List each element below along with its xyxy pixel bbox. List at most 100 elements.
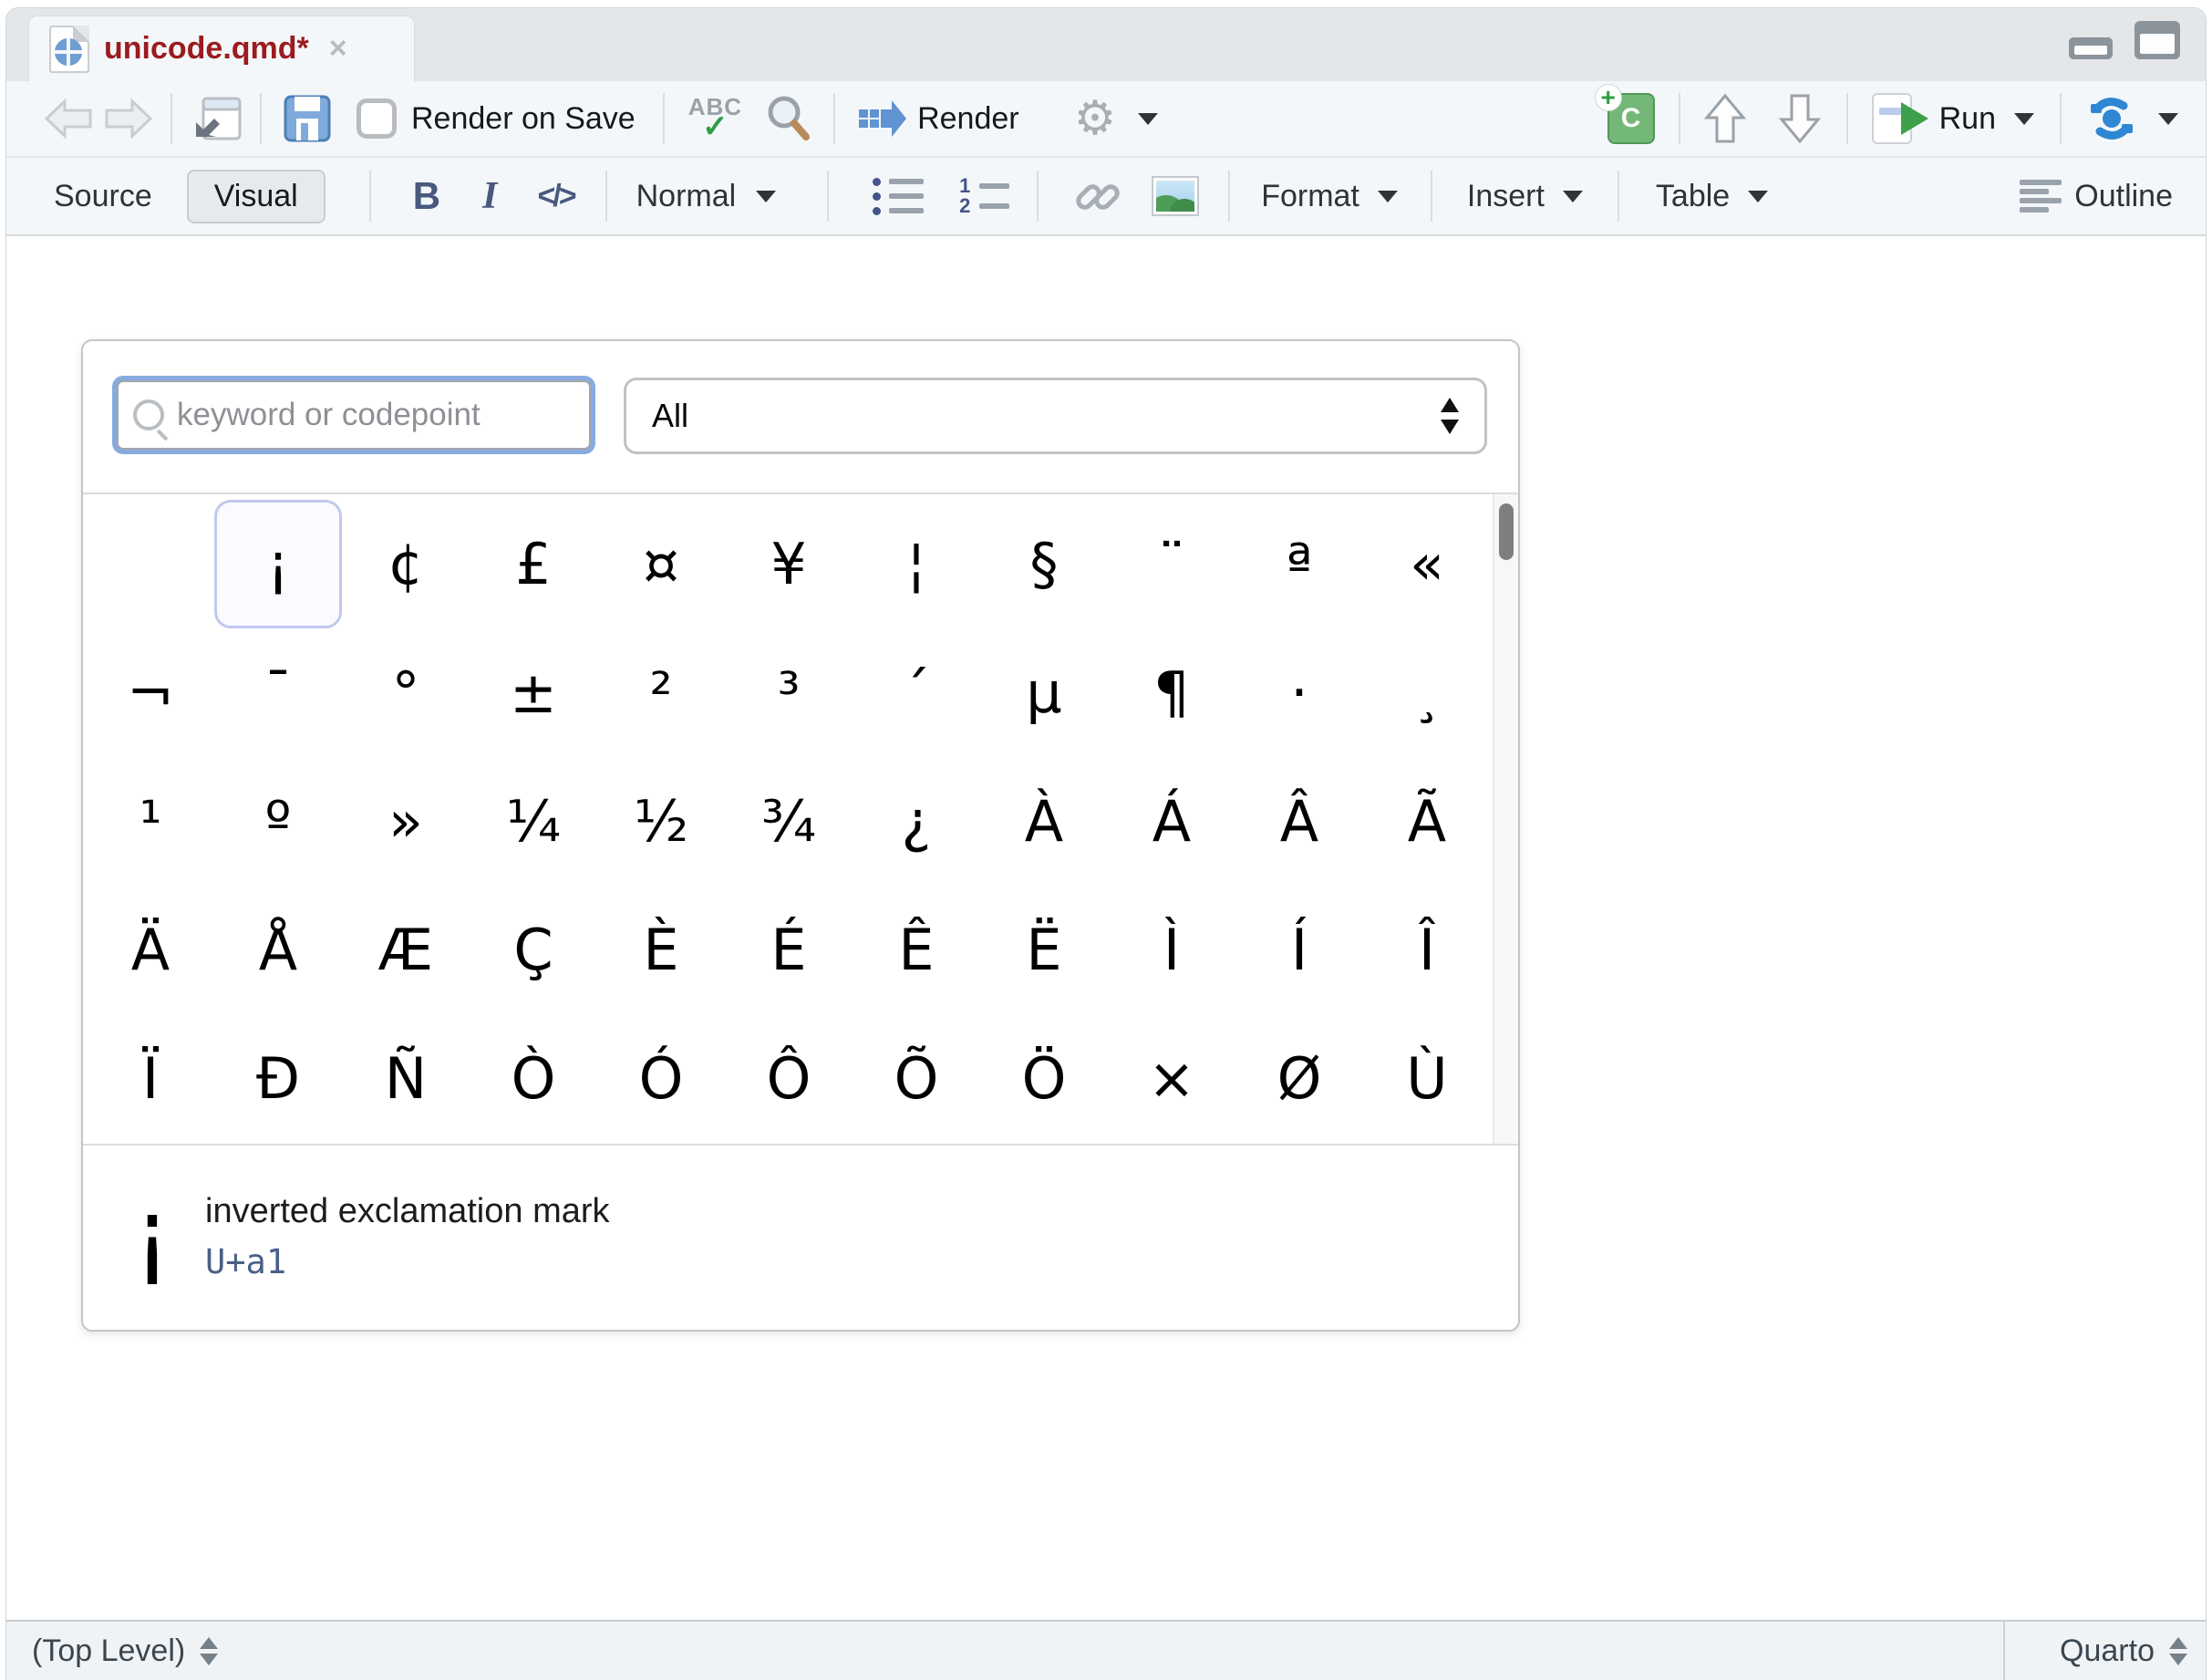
character-cell[interactable]: µ bbox=[980, 628, 1108, 757]
character-cell[interactable]: ¬ bbox=[87, 628, 214, 757]
format-menu-caret-icon[interactable] bbox=[1378, 191, 1398, 202]
visual-mode-button[interactable]: Visual bbox=[187, 170, 326, 223]
image-button[interactable] bbox=[1152, 176, 1199, 216]
character-cell[interactable]: £ bbox=[470, 500, 597, 628]
format-menu[interactable]: Format bbox=[1261, 179, 1359, 214]
save-icon[interactable] bbox=[284, 95, 331, 142]
open-in-new-window-icon[interactable] bbox=[191, 95, 243, 142]
character-cell[interactable]: ¹ bbox=[87, 757, 214, 886]
character-cell[interactable]: Ä bbox=[87, 886, 214, 1014]
character-cell[interactable]: Ø bbox=[1235, 1014, 1363, 1143]
character-cell[interactable]: ³ bbox=[725, 628, 853, 757]
table-menu[interactable]: Table bbox=[1656, 179, 1730, 214]
character-cell[interactable]: Â bbox=[1235, 757, 1363, 886]
category-select[interactable]: All bbox=[624, 378, 1487, 454]
numbered-list-button[interactable]: 1 2 bbox=[958, 173, 1009, 219]
scope-selector[interactable]: (Top Level) bbox=[32, 1633, 185, 1669]
character-cell[interactable]: ¶ bbox=[1108, 628, 1235, 757]
character-cell[interactable]: § bbox=[980, 500, 1108, 628]
source-mode-button[interactable]: Source bbox=[54, 179, 152, 214]
render-label[interactable]: Render bbox=[917, 101, 1019, 137]
maximize-pane-icon[interactable] bbox=[2134, 21, 2180, 59]
character-cell[interactable]: Ê bbox=[853, 886, 980, 1014]
insert-chunk-icon[interactable]: C+ bbox=[1607, 93, 1655, 144]
insert-menu-caret-icon[interactable] bbox=[1563, 191, 1583, 202]
editor-canvas[interactable]: All ¡¢£¤¥¦§¨ª«¬¯°±²³´µ¶·¸¹º»¼½¾¿ÀÁÂÃÄÅÆÇ… bbox=[6, 236, 2206, 1620]
character-cell[interactable]: À bbox=[980, 757, 1108, 886]
bold-button[interactable]: B bbox=[413, 174, 440, 218]
character-cell[interactable]: ¥ bbox=[725, 500, 853, 628]
back-icon[interactable] bbox=[43, 98, 96, 140]
table-menu-caret-icon[interactable] bbox=[1748, 191, 1768, 202]
character-cell[interactable]: Ô bbox=[725, 1014, 853, 1143]
character-cell[interactable]: ¤ bbox=[597, 500, 725, 628]
character-cell[interactable]: ° bbox=[342, 628, 470, 757]
character-cell[interactable]: ² bbox=[597, 628, 725, 757]
outline-icon[interactable] bbox=[2020, 176, 2062, 216]
character-cell[interactable]: Ð bbox=[214, 1014, 342, 1143]
character-cell[interactable]: ª bbox=[1235, 500, 1363, 628]
character-cell[interactable]: º bbox=[214, 757, 342, 886]
character-cell[interactable]: « bbox=[1363, 500, 1491, 628]
character-cell[interactable]: ± bbox=[470, 628, 597, 757]
paragraph-style-caret-icon[interactable] bbox=[756, 191, 776, 202]
italic-button[interactable]: I bbox=[482, 174, 497, 218]
render-settings-gear-icon[interactable]: ⚙ bbox=[1074, 95, 1117, 142]
character-cell[interactable]: Ì bbox=[1108, 886, 1235, 1014]
character-cell[interactable]: × bbox=[1108, 1014, 1235, 1143]
character-cell[interactable]: ¾ bbox=[725, 757, 853, 886]
character-cell[interactable]: Ç bbox=[470, 886, 597, 1014]
inline-code-button[interactable]: </> bbox=[537, 179, 574, 214]
character-cell[interactable]: Ñ bbox=[342, 1014, 470, 1143]
character-cell[interactable]: Ó bbox=[597, 1014, 725, 1143]
render-on-save-checkbox[interactable] bbox=[357, 99, 397, 139]
paragraph-style-dropdown[interactable]: Normal bbox=[636, 179, 737, 214]
source-options-caret-icon[interactable] bbox=[2158, 113, 2178, 125]
character-cell[interactable] bbox=[87, 500, 214, 628]
character-cell[interactable]: Í bbox=[1235, 886, 1363, 1014]
go-to-next-chunk-icon[interactable] bbox=[1777, 92, 1823, 145]
character-cell[interactable]: Ù bbox=[1363, 1014, 1491, 1143]
outline-toggle[interactable]: Outline bbox=[2074, 179, 2173, 214]
bullet-list-button[interactable] bbox=[873, 173, 924, 219]
character-cell[interactable]: ¯ bbox=[214, 628, 342, 757]
character-cell[interactable]: Ë bbox=[980, 886, 1108, 1014]
character-cell[interactable]: É bbox=[725, 886, 853, 1014]
run-options-caret-icon[interactable] bbox=[2014, 113, 2034, 125]
scope-selector-arrows-icon[interactable] bbox=[200, 1637, 218, 1665]
character-cell[interactable]: ¦ bbox=[853, 500, 980, 628]
character-cell[interactable]: » bbox=[342, 757, 470, 886]
render-icon[interactable] bbox=[857, 97, 908, 140]
character-cell[interactable]: Æ bbox=[342, 886, 470, 1014]
character-cell[interactable]: ¢ bbox=[342, 500, 470, 628]
character-cell[interactable]: Õ bbox=[853, 1014, 980, 1143]
character-cell[interactable]: Å bbox=[214, 886, 342, 1014]
run-arrow-icon[interactable] bbox=[1899, 100, 1930, 137]
run-label[interactable]: Run bbox=[1939, 101, 1996, 137]
character-cell[interactable]: ´ bbox=[853, 628, 980, 757]
forward-icon[interactable] bbox=[101, 98, 154, 140]
character-cell[interactable]: Ö bbox=[980, 1014, 1108, 1143]
character-cell[interactable]: · bbox=[1235, 628, 1363, 757]
character-cell[interactable]: ¿ bbox=[853, 757, 980, 886]
source-rerun-icon[interactable] bbox=[2085, 95, 2138, 142]
document-type-selector[interactable]: Quarto bbox=[2003, 1622, 2206, 1680]
unicode-search-input[interactable] bbox=[164, 382, 589, 448]
character-cell[interactable]: Ã bbox=[1363, 757, 1491, 886]
character-cell[interactable]: Ò bbox=[470, 1014, 597, 1143]
tab-close-icon[interactable]: × bbox=[329, 31, 347, 67]
grid-scrollbar-thumb[interactable] bbox=[1499, 503, 1514, 560]
grid-scrollbar[interactable] bbox=[1493, 494, 1518, 1144]
character-cell[interactable]: Á bbox=[1108, 757, 1235, 886]
character-cell[interactable]: ½ bbox=[597, 757, 725, 886]
character-cell[interactable]: ¼ bbox=[470, 757, 597, 886]
go-to-previous-chunk-icon[interactable] bbox=[1702, 92, 1748, 145]
character-cell[interactable]: Ï bbox=[87, 1014, 214, 1143]
minimize-pane-icon[interactable] bbox=[2069, 37, 2113, 59]
link-button[interactable] bbox=[1073, 174, 1122, 218]
tab-unicode-qmd[interactable]: unicode.qmd* × bbox=[28, 16, 415, 81]
insert-menu[interactable]: Insert bbox=[1467, 179, 1545, 214]
character-cell[interactable]: ¡ bbox=[214, 500, 342, 628]
character-cell[interactable]: ¸ bbox=[1363, 628, 1491, 757]
spellcheck-icon[interactable]: ABC ✓ bbox=[688, 95, 742, 142]
